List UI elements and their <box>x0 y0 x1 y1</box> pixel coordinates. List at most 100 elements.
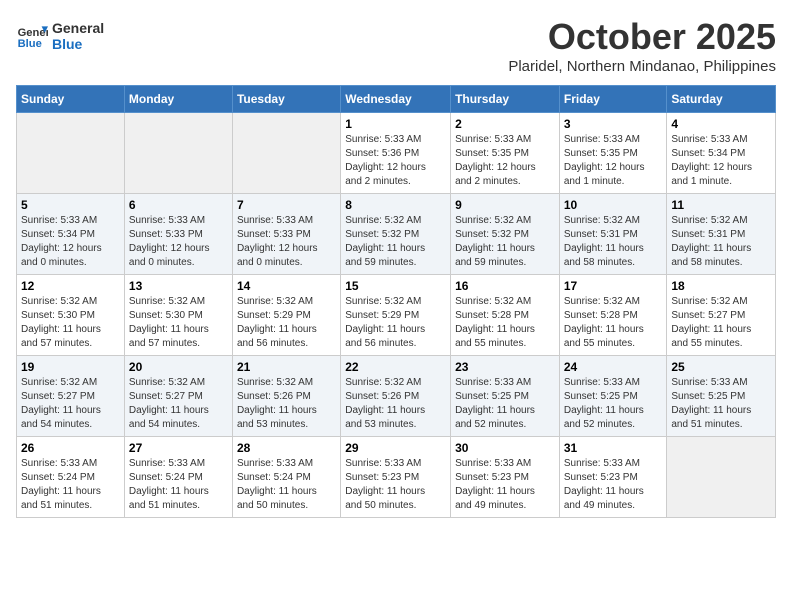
day-number: 9 <box>455 198 555 212</box>
calendar-header-thursday: Thursday <box>451 86 560 113</box>
day-number: 27 <box>129 441 228 455</box>
calendar-day-11: 11 Sunrise: 5:32 AM Sunset: 5:31 PM Dayli… <box>667 194 776 275</box>
day-number: 17 <box>564 279 663 293</box>
calendar-day-12: 12Sunrise: 5:32 AM Sunset: 5:30 PM Dayli… <box>17 275 125 356</box>
day-number: 21 <box>237 360 336 374</box>
day-info: Sunrise: 5:33 AM Sunset: 5:35 PM Dayligh… <box>564 133 663 189</box>
calendar-empty-cell <box>124 113 232 194</box>
day-number: 5 <box>21 198 120 212</box>
day-number: 19 <box>21 360 120 374</box>
day-number: 14 <box>237 279 336 293</box>
calendar-header-monday: Monday <box>124 86 232 113</box>
day-number: 23 <box>455 360 555 374</box>
calendar-day-8: 8 Sunrise: 5:32 AM Sunset: 5:32 PM Daylig… <box>341 194 451 275</box>
day-number: 31 <box>564 441 663 455</box>
day-number: 18 <box>671 279 771 293</box>
calendar-day-14: 14Sunrise: 5:32 AM Sunset: 5:29 PM Dayli… <box>232 275 340 356</box>
calendar-header-friday: Friday <box>559 86 667 113</box>
day-info: Sunrise: 5:32 AM Sunset: 5:30 PM Dayligh… <box>21 295 120 351</box>
day-info: Sunrise: 5:32 AM Sunset: 5:27 PM Dayligh… <box>129 376 228 432</box>
day-number: 22 <box>345 360 446 374</box>
day-number: 7 <box>237 198 336 212</box>
day-info: Sunrise: 5:33 AM Sunset: 5:23 PM Dayligh… <box>455 457 555 513</box>
calendar-day-26: 26Sunrise: 5:33 AM Sunset: 5:24 PM Dayli… <box>17 437 125 518</box>
calendar-header-sunday: Sunday <box>17 86 125 113</box>
calendar-day-15: 15 Sunrise: 5:32 AM Sunset: 5:29 PM Dayli… <box>341 275 451 356</box>
day-info: Sunrise: 5:33 AM Sunset: 5:25 PM Dayligh… <box>671 376 771 432</box>
day-info: Sunrise: 5:32 AM Sunset: 5:30 PM Dayligh… <box>129 295 228 351</box>
logo-line1: General <box>52 20 104 36</box>
calendar-day-19: 19 Sunrise: 5:32 AM Sunset: 5:27 PM Dayli… <box>17 356 125 437</box>
day-info: Sunrise: 5:32 AM Sunset: 5:29 PM Dayligh… <box>345 295 446 351</box>
calendar-empty-cell <box>667 437 776 518</box>
calendar-week-row: 1Sunrise: 5:33 AM Sunset: 5:36 PM Daylig… <box>17 113 776 194</box>
calendar-day-3: 3 Sunrise: 5:33 AM Sunset: 5:35 PM Daylig… <box>559 113 667 194</box>
calendar-header-saturday: Saturday <box>667 86 776 113</box>
title-section: October 2025 Plaridel, Northern Mindanao… <box>508 16 776 75</box>
calendar-week-row: 12Sunrise: 5:32 AM Sunset: 5:30 PM Dayli… <box>17 275 776 356</box>
calendar-day-31: 31Sunrise: 5:33 AM Sunset: 5:23 PM Dayli… <box>559 437 667 518</box>
calendar-day-4: 4Sunrise: 5:33 AM Sunset: 5:34 PM Daylig… <box>667 113 776 194</box>
header: General Blue General Blue October 2025 P… <box>16 16 776 75</box>
day-info: Sunrise: 5:33 AM Sunset: 5:35 PM Dayligh… <box>455 133 555 189</box>
calendar-day-6: 6 Sunrise: 5:33 AM Sunset: 5:33 PM Daylig… <box>124 194 232 275</box>
calendar-day-23: 23 Sunrise: 5:33 AM Sunset: 5:25 PM Dayli… <box>451 356 560 437</box>
day-number: 29 <box>345 441 446 455</box>
day-info: Sunrise: 5:33 AM Sunset: 5:33 PM Dayligh… <box>129 214 228 270</box>
calendar-day-30: 30 Sunrise: 5:33 AM Sunset: 5:23 PM Dayli… <box>451 437 560 518</box>
calendar-day-21: 21 Sunrise: 5:32 AM Sunset: 5:26 PM Dayli… <box>232 356 340 437</box>
day-info: Sunrise: 5:33 AM Sunset: 5:24 PM Dayligh… <box>129 457 228 513</box>
logo-line2: Blue <box>52 36 104 52</box>
calendar-day-25: 25 Sunrise: 5:33 AM Sunset: 5:25 PM Dayli… <box>667 356 776 437</box>
logo-icon: General Blue <box>16 20 48 52</box>
calendar-day-9: 9 Sunrise: 5:32 AM Sunset: 5:32 PM Daylig… <box>451 194 560 275</box>
calendar-week-row: 5 Sunrise: 5:33 AM Sunset: 5:34 PM Daylig… <box>17 194 776 275</box>
logo: General Blue General Blue <box>16 20 104 52</box>
day-info: Sunrise: 5:33 AM Sunset: 5:33 PM Dayligh… <box>237 214 336 270</box>
calendar-header-wednesday: Wednesday <box>341 86 451 113</box>
day-number: 11 <box>671 198 771 212</box>
day-number: 28 <box>237 441 336 455</box>
day-number: 2 <box>455 117 555 131</box>
calendar-empty-cell <box>232 113 340 194</box>
month-year: October 2025 <box>508 16 776 58</box>
day-number: 3 <box>564 117 663 131</box>
calendar-day-18: 18Sunrise: 5:32 AM Sunset: 5:27 PM Dayli… <box>667 275 776 356</box>
day-info: Sunrise: 5:33 AM Sunset: 5:25 PM Dayligh… <box>455 376 555 432</box>
day-info: Sunrise: 5:33 AM Sunset: 5:25 PM Dayligh… <box>564 376 663 432</box>
calendar-day-28: 28 Sunrise: 5:33 AM Sunset: 5:24 PM Dayli… <box>232 437 340 518</box>
day-info: Sunrise: 5:32 AM Sunset: 5:27 PM Dayligh… <box>21 376 120 432</box>
location: Plaridel, Northern Mindanao, Philippines <box>508 58 776 75</box>
calendar-header-row: SundayMondayTuesdayWednesdayThursdayFrid… <box>17 86 776 113</box>
day-info: Sunrise: 5:32 AM Sunset: 5:32 PM Dayligh… <box>345 214 446 270</box>
calendar-day-24: 24 Sunrise: 5:33 AM Sunset: 5:25 PM Dayli… <box>559 356 667 437</box>
calendar-day-10: 10Sunrise: 5:32 AM Sunset: 5:31 PM Dayli… <box>559 194 667 275</box>
day-number: 8 <box>345 198 446 212</box>
day-info: Sunrise: 5:33 AM Sunset: 5:34 PM Dayligh… <box>21 214 120 270</box>
calendar-day-17: 17 Sunrise: 5:32 AM Sunset: 5:28 PM Dayli… <box>559 275 667 356</box>
day-number: 6 <box>129 198 228 212</box>
day-info: Sunrise: 5:32 AM Sunset: 5:26 PM Dayligh… <box>345 376 446 432</box>
calendar-week-row: 19 Sunrise: 5:32 AM Sunset: 5:27 PM Dayli… <box>17 356 776 437</box>
day-number: 15 <box>345 279 446 293</box>
calendar-header-tuesday: Tuesday <box>232 86 340 113</box>
day-info: Sunrise: 5:33 AM Sunset: 5:36 PM Dayligh… <box>345 133 446 189</box>
calendar-day-13: 13Sunrise: 5:32 AM Sunset: 5:30 PM Dayli… <box>124 275 232 356</box>
day-info: Sunrise: 5:32 AM Sunset: 5:26 PM Dayligh… <box>237 376 336 432</box>
day-number: 10 <box>564 198 663 212</box>
calendar-day-29: 29Sunrise: 5:33 AM Sunset: 5:23 PM Dayli… <box>341 437 451 518</box>
calendar-day-20: 20Sunrise: 5:32 AM Sunset: 5:27 PM Dayli… <box>124 356 232 437</box>
calendar-table: SundayMondayTuesdayWednesdayThursdayFrid… <box>16 85 776 518</box>
calendar-day-7: 7 Sunrise: 5:33 AM Sunset: 5:33 PM Daylig… <box>232 194 340 275</box>
day-number: 30 <box>455 441 555 455</box>
calendar-day-22: 22 Sunrise: 5:32 AM Sunset: 5:26 PM Dayli… <box>341 356 451 437</box>
day-info: Sunrise: 5:32 AM Sunset: 5:28 PM Dayligh… <box>564 295 663 351</box>
calendar-day-16: 16Sunrise: 5:32 AM Sunset: 5:28 PM Dayli… <box>451 275 560 356</box>
day-info: Sunrise: 5:32 AM Sunset: 5:31 PM Dayligh… <box>671 214 771 270</box>
day-number: 25 <box>671 360 771 374</box>
day-info: Sunrise: 5:33 AM Sunset: 5:24 PM Dayligh… <box>237 457 336 513</box>
day-info: Sunrise: 5:32 AM Sunset: 5:32 PM Dayligh… <box>455 214 555 270</box>
day-number: 24 <box>564 360 663 374</box>
svg-text:Blue: Blue <box>18 38 42 50</box>
day-number: 16 <box>455 279 555 293</box>
